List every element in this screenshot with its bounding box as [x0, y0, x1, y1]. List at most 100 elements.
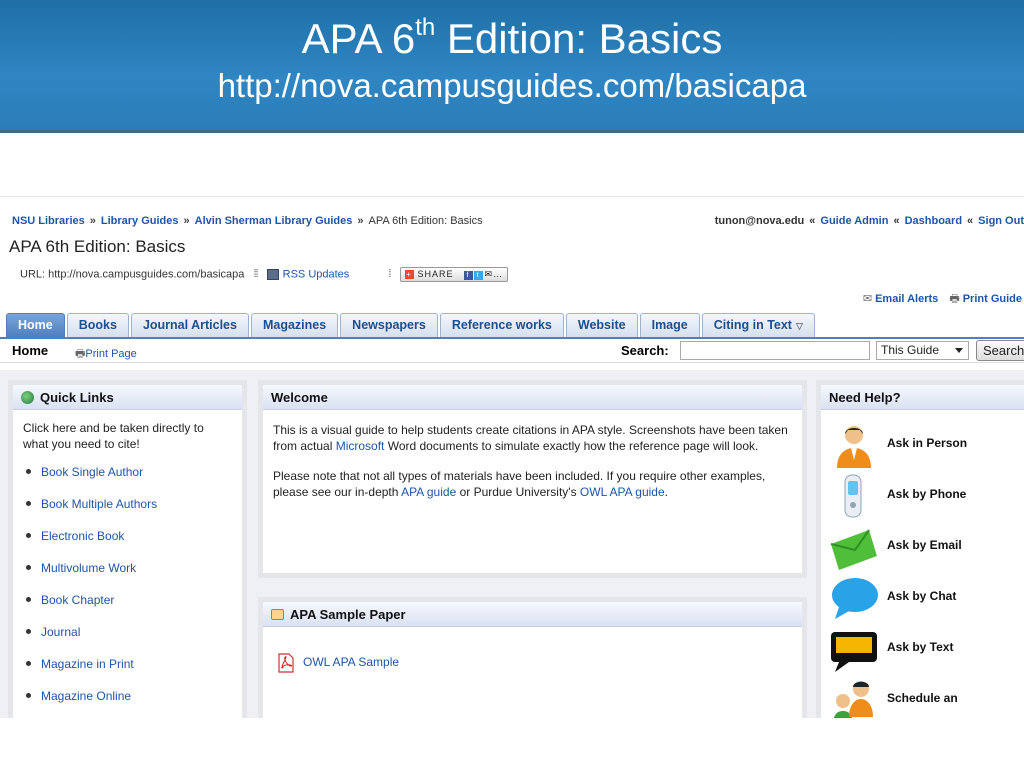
content-area: Quick Links Click here and be taken dire…	[0, 370, 1024, 718]
sample-paper-header: APA Sample Paper	[263, 602, 802, 627]
need-help-header: Need Help?	[821, 385, 1024, 410]
quick-link[interactable]: Book Multiple Authors	[41, 497, 157, 511]
user-bar: tunon@nova.edu «Guide Admin «Dashboard «Sig…	[714, 215, 1024, 227]
quick-link[interactable]: Electronic Book	[41, 529, 124, 543]
user-email: tunon@nova.edu	[714, 215, 805, 227]
divider-dots: ⁞	[388, 268, 391, 281]
plus-icon: +	[404, 270, 414, 279]
welcome-header: Welcome	[263, 385, 802, 410]
page-title: Home	[12, 343, 49, 358]
quick-link[interactable]: Book Chapter	[41, 593, 114, 607]
owl-apa-sample-link[interactable]: OWL APA Sample	[303, 655, 399, 669]
printer-icon: 🖶	[75, 348, 86, 360]
slide-header: APA 6th Edition: Basics http://nova.camp…	[0, 0, 1024, 133]
book-icon	[271, 609, 284, 620]
alerts-row: ✉ Email Alerts 🖶 Print Guide	[863, 290, 1022, 309]
ask-by-chat-item[interactable]: Ask by Chat	[821, 575, 1024, 626]
owl-apa-guide-link[interactable]: OWL APA guide	[580, 485, 665, 499]
tab-books[interactable]: Books	[66, 313, 129, 337]
email-alerts-link[interactable]: Email Alerts	[875, 293, 938, 305]
tab-home[interactable]: Home	[6, 313, 65, 337]
schedule-item[interactable]: Schedule an	[821, 677, 1024, 718]
print-guide-link[interactable]: Print Guide	[963, 293, 1022, 305]
search-input[interactable]	[680, 341, 870, 360]
need-help-box: Need Help? Ask in Person Ask by Phone As…	[816, 380, 1024, 718]
tab-newspapers[interactable]: Newspapers	[340, 313, 438, 337]
sign-out-link[interactable]: Sign Out	[978, 215, 1024, 227]
twitter-icon: t	[473, 271, 483, 280]
breadcrumb-alvin-sherman[interactable]: Alvin Sherman Library Guides	[195, 215, 353, 227]
list-item: Book Chapter	[23, 592, 232, 624]
guide-screenshot: NSU Libraries» Library Guides» Alvin Sherm…	[0, 196, 1024, 718]
search-scope-select[interactable]: This Guide	[876, 341, 969, 360]
search-label: Search:	[621, 343, 669, 358]
list-item: Magazine Online	[23, 688, 232, 718]
more-icon: …	[493, 269, 504, 279]
breadcrumb: NSU Libraries» Library Guides» Alvin Sherm…	[12, 215, 483, 227]
list-item: Electronic Book	[23, 528, 232, 560]
print-page-link[interactable]: 🖶Print Page	[75, 345, 137, 364]
slide-title: APA 6th Edition: Basics	[301, 14, 723, 62]
quick-links-box: Quick Links Click here and be taken dire…	[8, 380, 247, 718]
tab-magazines[interactable]: Magazines	[250, 313, 339, 337]
envelope-icon	[830, 529, 877, 570]
text-message-icon	[831, 632, 877, 672]
list-item: Book Multiple Authors	[23, 496, 232, 528]
ask-by-phone-item[interactable]: Ask by Phone	[821, 473, 1024, 524]
share-button[interactable]: + SHARE f t ✉…	[399, 267, 509, 282]
chevron-down-icon: ▽	[795, 321, 803, 331]
ask-by-text-item[interactable]: Ask by Text	[821, 626, 1024, 677]
breadcrumb-nsu-libraries[interactable]: NSU Libraries	[12, 215, 85, 227]
tab-image[interactable]: Image	[639, 313, 700, 337]
quick-links-header: Quick Links	[13, 385, 242, 410]
tab-journal-articles[interactable]: Journal Articles	[130, 313, 249, 337]
guide-url: URL: http://nova.campusguides.com/basica…	[20, 268, 245, 281]
search-button[interactable]: Search	[976, 340, 1024, 361]
rss-icon	[266, 269, 279, 280]
mail-icon: ✉	[484, 269, 494, 279]
printer-icon: 🖶	[949, 293, 960, 305]
list-item: Journal	[23, 624, 232, 656]
list-item: Book Single Author	[23, 464, 232, 496]
guide-tabs: Home Books Journal Articles Magazines Ne…	[6, 313, 817, 337]
mail-icon: ✉	[862, 293, 873, 305]
quick-link[interactable]: Magazine Online	[41, 689, 131, 703]
microsoft-link[interactable]: Microsoft	[336, 439, 385, 453]
tab-citing-in-text[interactable]: Citing in Text ▽	[701, 313, 815, 337]
breadcrumb-current: APA 6th Edition: Basics	[368, 215, 483, 227]
quick-links-intro: Click here and be taken directly to what…	[23, 421, 204, 451]
quick-links-list: Book Single Author Book Multiple Authors…	[23, 464, 232, 718]
apa-guide-link[interactable]: APA guide	[401, 485, 456, 499]
welcome-box: Welcome This is a visual guide to help s…	[258, 380, 807, 578]
ask-in-person-item[interactable]: Ask in Person	[821, 422, 1024, 473]
quick-link[interactable]: Journal	[41, 625, 80, 639]
tab-reference-works[interactable]: Reference works	[439, 313, 564, 337]
guide-url-row: URL: http://nova.campusguides.com/basica…	[20, 267, 509, 282]
guide-title: APA 6th Edition: Basics	[9, 237, 186, 256]
facebook-icon: f	[463, 271, 473, 280]
person-icon	[837, 426, 871, 468]
dropdown-arrow-icon	[955, 348, 963, 353]
breadcrumb-library-guides[interactable]: Library Guides	[101, 215, 179, 227]
tab-website[interactable]: Website	[565, 313, 638, 337]
guide-admin-link[interactable]: Guide Admin	[820, 215, 888, 227]
phone-icon	[844, 474, 862, 518]
pdf-icon	[277, 653, 295, 673]
sample-paper-box: APA Sample Paper OWL APA Sample	[258, 597, 807, 718]
rss-updates-link[interactable]: RSS Updates	[283, 268, 350, 280]
quick-link[interactable]: Multivolume Work	[41, 561, 136, 575]
divider-dots: ⁞⁞	[253, 268, 258, 281]
list-item: Multivolume Work	[23, 560, 232, 592]
globe-icon	[21, 391, 34, 404]
quick-link[interactable]: Magazine in Print	[41, 657, 134, 671]
guide-header: NSU Libraries» Library Guides» Alvin Sherm…	[0, 196, 1024, 363]
chat-bubble-icon	[832, 578, 878, 619]
people-icon	[833, 681, 873, 718]
sub-bar: Home 🖶Print Page Search: This Guide Sear…	[0, 339, 1024, 363]
dashboard-link[interactable]: Dashboard	[905, 215, 962, 227]
quick-link[interactable]: Book Single Author	[41, 465, 143, 479]
slide-url: http://nova.campusguides.com/basicapa	[217, 67, 807, 104]
list-item: Magazine in Print	[23, 656, 232, 688]
ask-by-email-item[interactable]: Ask by Email	[821, 524, 1024, 575]
welcome-paragraph-1: This is a visual guide to help students …	[273, 423, 788, 453]
